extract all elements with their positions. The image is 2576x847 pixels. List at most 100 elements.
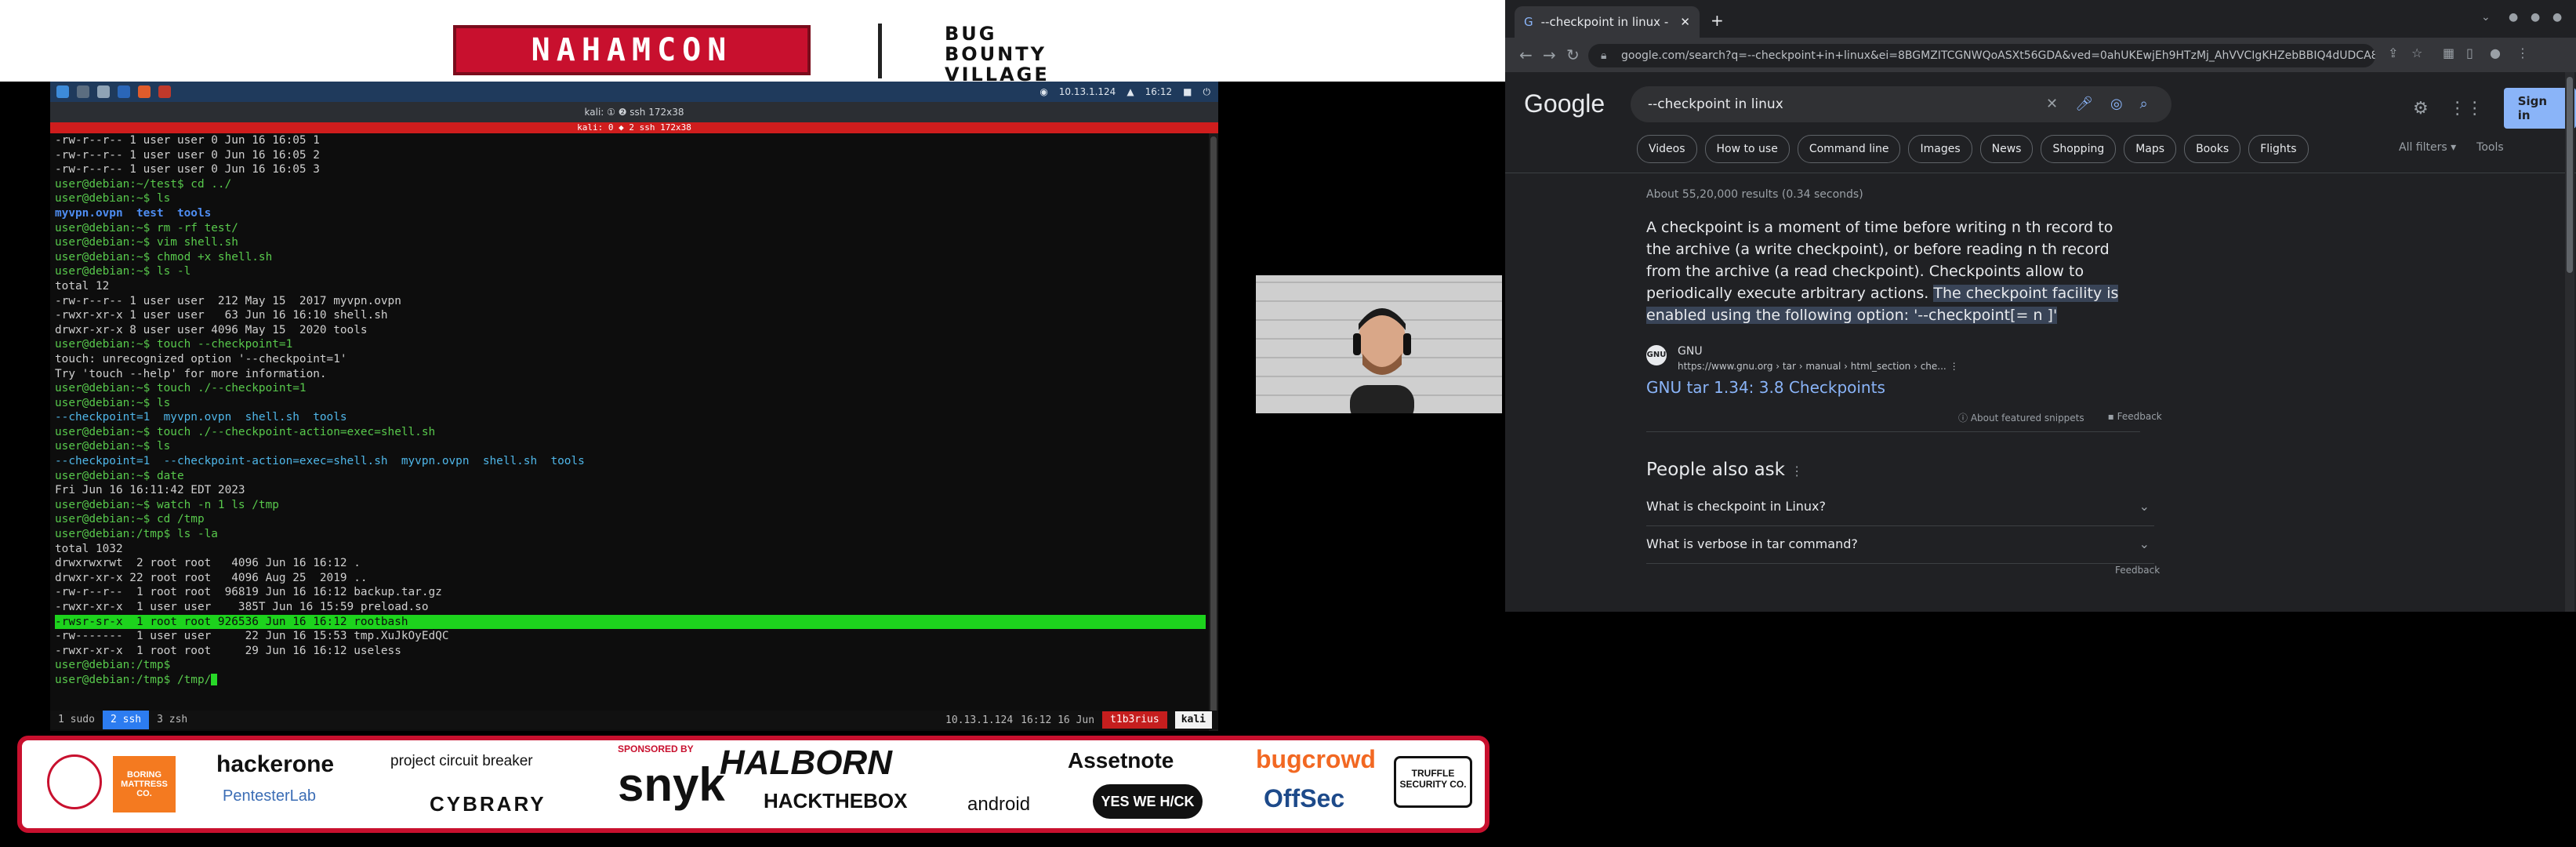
terminal-line: user@debian:/tmp$ ls -la — [55, 528, 218, 541]
lock-icon[interactable]: 🔒︎ — [1601, 44, 1606, 67]
sponsor-assetnote: Assetnote — [1068, 748, 1174, 772]
terminal-window[interactable]: -rw-r--r-- 1 user user 0 Jun 16 16:05 1 … — [50, 133, 1218, 731]
paa-feedback-link[interactable]: Feedback — [2115, 565, 2160, 576]
minimize-icon[interactable]: ● — [2509, 11, 2518, 24]
firefox-icon[interactable] — [138, 85, 151, 98]
notification-icon[interactable]: ▲ — [1127, 86, 1134, 97]
chip-news[interactable]: News — [1979, 135, 2034, 163]
power-icon[interactable]: ⏻ — [1203, 86, 1211, 98]
google-logo[interactable]: Google — [1524, 89, 1605, 118]
chip-books[interactable]: Books — [2184, 135, 2241, 163]
terminal-line: user@debian:~$ touch ./--checkpoint-acti… — [55, 425, 436, 438]
terminal-prompt-line[interactable]: user@debian:/tmp$ /tmp/ — [55, 673, 1206, 688]
reload-icon[interactable]: ↻ — [1566, 45, 1580, 64]
app-icon[interactable] — [158, 85, 171, 98]
source-url[interactable]: https://www.gnu.org › tar › manual › htm… — [1678, 361, 1959, 372]
terminal-line: --checkpoint=1 myvpn.ovpn shell.sh tools — [55, 411, 347, 424]
sponsor-bugcrowd: bugcrowd — [1256, 745, 1376, 773]
paa-question[interactable]: What is checkpoint in Linux? ⌄ — [1646, 488, 2154, 526]
terminal-line: user@debian:~$ cd /tmp — [55, 513, 205, 526]
terminal-icon[interactable] — [118, 85, 130, 98]
terminal-prompt: user@debian:/tmp$ /tmp/ — [55, 673, 212, 686]
tab-search-chevron-icon[interactable]: ⌄ — [2481, 11, 2491, 24]
tools-button[interactable]: Tools — [2476, 141, 2504, 154]
browser-window: G --checkpoint in linux - Go ✕ + ⌄ ● ● ●… — [1505, 0, 2576, 612]
tmux-window-sudo[interactable]: 1 sudo — [50, 711, 103, 729]
vm-clock: 16:12 — [1145, 86, 1173, 97]
filters-right: All filters ▾ Tools — [2399, 141, 2504, 154]
terminal-line: user@debian:~$ ls — [55, 192, 171, 205]
terminal-cursor — [211, 674, 218, 686]
tab-close-icon[interactable]: ✕ — [1680, 15, 1690, 29]
kali-menu-icon[interactable] — [56, 85, 69, 98]
search-input[interactable]: --checkpoint in linux ✕ 🎤︎ ◎ ⌕ — [1631, 86, 2171, 122]
terminal-line: --checkpoint=1 --checkpoint-action=exec=… — [55, 455, 585, 468]
terminal-line: user@debian:~$ watch -n 1 ls /tmp — [55, 498, 279, 511]
chip-how-to-use[interactable]: How to use — [1704, 135, 1790, 163]
terminal-line: user@debian:~$ ls — [55, 440, 171, 453]
terminal-line: -rw-r--r-- 1 user user 212 May 15 2017 m… — [55, 294, 401, 307]
address-bar[interactable]: 🔒︎ google.com/search?q=--checkpoint+in+l… — [1588, 44, 2375, 67]
lock-icon[interactable]: ■ — [1183, 86, 1192, 97]
clear-search-icon[interactable]: ✕ — [2046, 86, 2058, 122]
lens-search-icon[interactable]: ◎ — [2110, 86, 2123, 122]
webcam-feed — [1256, 275, 1502, 413]
files-icon[interactable] — [97, 85, 110, 98]
terminal-line: -rwxr-xr-x 1 user user 385T Jun 16 15:59… — [55, 601, 429, 613]
snippet-feedback-link[interactable]: ▪ Feedback — [2108, 411, 2162, 424]
about-featured-snippets-link[interactable]: ⓘ About featured snippets — [1958, 411, 2084, 424]
voice-search-icon[interactable]: 🎤︎ — [2075, 86, 2093, 122]
chip-images[interactable]: Images — [1908, 135, 1972, 163]
browser-scroll-thumb[interactable] — [2567, 77, 2573, 273]
all-filters-button[interactable]: All filters ▾ — [2399, 141, 2456, 154]
chip-maps[interactable]: Maps — [2124, 135, 2177, 163]
profile-icon[interactable]: ● — [2490, 45, 2501, 60]
bookmark-star-icon[interactable]: ☆ — [2411, 45, 2422, 60]
source-title-link[interactable]: GNU tar 1.34: 3.8 Checkpoints — [1646, 378, 1885, 397]
terminal-line: total 1032 — [55, 542, 123, 555]
paa-question[interactable]: What is verbose in tar command? ⌄ — [1646, 525, 2154, 564]
chip-flights[interactable]: Flights — [2248, 135, 2309, 163]
tmux-status-bar: 1 sudo 2 ssh 3 zsh 10.13.1.124 16:12 16 … — [50, 711, 1218, 729]
result-options-icon[interactable]: ⋮ — [1950, 361, 1959, 372]
chevron-down-icon: ⌄ — [2139, 536, 2150, 551]
search-query: --checkpoint in linux — [1648, 96, 1783, 112]
sponsor-android: android — [967, 794, 1031, 815]
window-close-icon[interactable]: ● — [2552, 11, 2562, 24]
chip-videos[interactable]: Videos — [1637, 135, 1697, 163]
terminal-line: -rwxr-xr-x 1 user user 63 Jun 16 16:10 s… — [55, 309, 388, 322]
tab-strip: G --checkpoint in linux - Go ✕ + ⌄ ● ● ● — [1505, 0, 2576, 38]
tmux-hostname: t1b3rius — [1102, 711, 1167, 729]
search-filter-chips: Videos How to use Command line Images Ne… — [1637, 135, 2309, 163]
extensions-icon[interactable]: ▦ — [2443, 45, 2454, 60]
sponsor-truffle: TRUFFLE SECURITY CO. — [1394, 756, 1472, 808]
forward-arrow-icon[interactable]: → — [1543, 45, 1556, 64]
network-icon[interactable]: ◉ — [1039, 86, 1047, 97]
back-arrow-icon[interactable]: ← — [1519, 45, 1533, 64]
terminal-line: -rwxr-xr-x 1 root root 29 Jun 16 16:12 u… — [55, 644, 401, 657]
sidebar-icon[interactable]: ▯ — [2466, 45, 2473, 60]
tmux-window-ssh[interactable]: 2 ssh — [102, 711, 150, 729]
sponsored-by-label: SPONSORED BY — [618, 743, 694, 754]
chip-command-line[interactable]: Command line — [1797, 135, 1901, 163]
browser-tab-active[interactable]: G --checkpoint in linux - Go ✕ — [1515, 6, 1700, 38]
browser-scrollbar[interactable] — [2565, 72, 2574, 612]
terminal-scroll-thumb[interactable] — [1210, 136, 1217, 725]
maximize-icon[interactable]: ● — [2531, 11, 2540, 24]
share-icon[interactable]: ⇪ — [2388, 45, 2398, 60]
tmux-window-zsh[interactable]: 3 zsh — [149, 711, 195, 729]
terminal-line: user@debian:/tmp$ — [55, 659, 171, 672]
settings-gear-icon[interactable]: ⚙ — [2413, 99, 2429, 118]
terminal-line: Try 'touch --help' for more information. — [55, 367, 327, 380]
bug-bounty-village-logo: BUG BOUNTY VILLAGE — [945, 24, 1086, 85]
terminal-active-bar: kali: 0 ◆ 2 ssh 172x38 — [50, 122, 1218, 133]
presenter-image — [1350, 308, 1414, 413]
paa-options-icon[interactable]: ⋮ — [1791, 463, 1803, 478]
new-tab-icon[interactable]: + — [1711, 11, 1724, 30]
apps-grid-icon[interactable]: ⋮⋮ — [2449, 99, 2483, 118]
chip-shopping[interactable]: Shopping — [2041, 135, 2117, 163]
terminal-scrollbar[interactable] — [1209, 133, 1218, 731]
browser-menu-icon[interactable]: ⋮ — [2516, 45, 2529, 60]
workspace-icon[interactable] — [77, 85, 89, 98]
search-icon[interactable]: ⌕ — [2140, 86, 2148, 122]
